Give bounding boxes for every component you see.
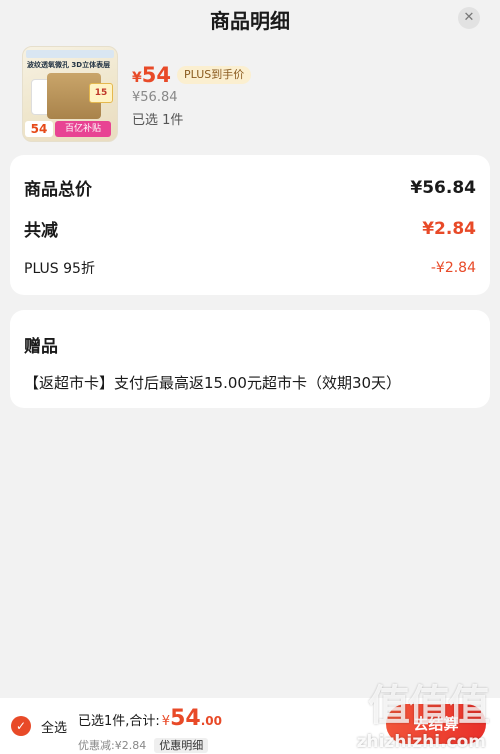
select-all-checkbox[interactable]: ✓ [11,716,31,736]
thumb-badge: 15 [89,83,113,103]
product-item: 波纹透氧微孔 3D立体表层 15 54 百亿补贴 ¥ 54 PLUS到手价 ¥5… [22,46,482,146]
product-info: ¥ 54 PLUS到手价 ¥56.84 已选 1件 [132,62,252,128]
discount-text: 优惠减:¥2.84 [78,739,147,752]
total-integer: 54 [170,706,201,731]
discount-detail-button[interactable]: 优惠明细 [154,737,209,753]
price-summary-card: 商品总价 ¥56.84 共减 ¥2.84 PLUS 95折 -¥2.84 [10,155,490,295]
thumb-promo-line: 波纹透氧微孔 3D立体表层 [27,61,111,69]
thumb-price-tag: 54 [25,121,53,137]
gift-text: 【返超市卡】支付后最高返15.00元超市卡（效期30天） [24,374,402,392]
page-title: 商品明细 [210,9,290,33]
close-icon[interactable]: ✕ [458,7,480,29]
select-all-label[interactable]: 全选 [41,717,67,736]
reduce-label: 共减 [24,221,58,241]
plus-discount-row: PLUS 95折 -¥2.84 [24,258,476,278]
price-value: 54 [141,63,171,87]
total-price-row: 商品总价 ¥56.84 [24,175,476,201]
price-currency: ¥ [132,70,142,86]
discount-line: 优惠减:¥2.84 优惠明细 [78,737,209,753]
thumb-band [26,50,114,58]
plus-discount-value: -¥2.84 [430,260,476,276]
total-decimal: .00 [200,714,222,728]
plus-discount-label: PLUS 95折 [24,261,95,277]
thumb-subsidy-tag: 百亿补贴 [55,121,111,137]
selected-total-label: 已选1件,合计: [78,714,160,729]
price-row: ¥ 54 PLUS到手价 [132,62,252,88]
total-line: 已选1件,合计: ¥ 54 .00 [78,706,222,731]
product-thumbnail[interactable]: 波纹透氧微孔 3D立体表层 15 54 百亿补贴 [22,46,118,142]
total-price-value: ¥56.84 [410,177,476,198]
total-price-label: 商品总价 [24,180,92,200]
selected-count: 已选 1件 [132,113,184,128]
total-currency: ¥ [161,714,171,729]
original-price: ¥56.84 [132,90,178,105]
plus-price-tag: PLUS到手价 [176,66,252,84]
header: 商品明细 ✕ [0,0,500,38]
bottom-bar: ✓ 全选 已选1件,合计: ¥ 54 .00 优惠减:¥2.84 优惠明细 去结… [0,698,500,754]
gift-card: 赠品 【返超市卡】支付后最高返15.00元超市卡（效期30天） [10,310,490,408]
gift-title: 赠品 [24,337,58,357]
product-price: ¥ 54 [132,63,171,87]
checkout-button[interactable]: 去结算 [386,704,486,744]
reduce-value: ¥2.84 [422,218,476,239]
reduce-row: 共减 ¥2.84 [24,216,476,242]
